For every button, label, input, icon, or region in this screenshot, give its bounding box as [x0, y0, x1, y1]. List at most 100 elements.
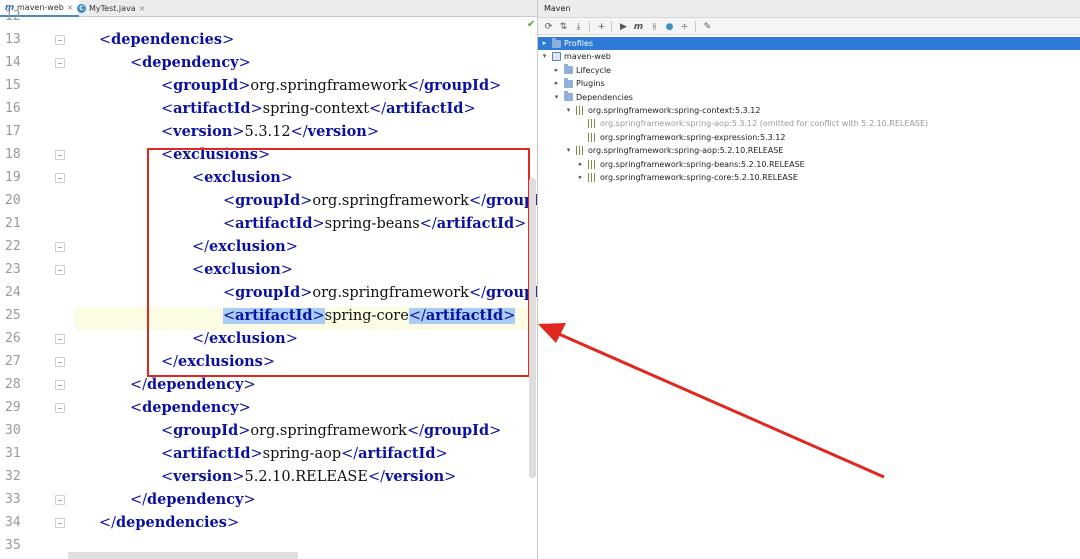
run-icon[interactable]: ▶ — [617, 20, 630, 33]
xml-open-tag: <dependencies> — [99, 31, 235, 48]
folder-icon — [564, 77, 573, 88]
xml-open-tag: <artifactId> — [223, 215, 325, 232]
fold-marker-icon[interactable] — [55, 150, 65, 160]
code-line[interactable]: <groupId>org.springframework</groupId> — [223, 281, 537, 304]
xml-text: 5.3.12 — [244, 124, 291, 140]
code-line[interactable]: <artifactId>spring-context</artifactId> — [161, 97, 476, 120]
chevron-right-icon[interactable]: ▸ — [576, 158, 585, 171]
code-line[interactable]: <dependencies> — [99, 28, 234, 51]
fold-marker-icon[interactable] — [55, 265, 65, 275]
code-line[interactable]: </dependencies> — [99, 511, 239, 534]
code-line[interactable]: <artifactId>spring-core</artifactId> — [223, 304, 516, 327]
chevron-right-icon[interactable]: ▸ — [540, 37, 549, 50]
chevron-right-icon[interactable]: ▸ — [552, 77, 561, 90]
xml-open-tag: <version> — [161, 123, 245, 140]
tree-item[interactable]: ▾ Dependencies — [538, 91, 633, 104]
xml-open-tag: <artifactId> — [223, 307, 325, 324]
horizontal-scrollbar[interactable] — [68, 552, 298, 559]
close-icon[interactable]: × — [139, 4, 146, 13]
tab-label: MyTest.java — [89, 4, 136, 13]
fold-marker-icon[interactable] — [55, 334, 65, 344]
line-number: 21 — [5, 216, 21, 231]
chevron-down-icon[interactable]: ▾ — [540, 50, 549, 63]
line-number: 28 — [5, 377, 21, 392]
collapse-all-icon[interactable]: ÷ — [678, 20, 691, 33]
fold-marker-icon[interactable] — [55, 58, 65, 68]
line-number: 35 — [5, 538, 21, 553]
skip-tests-icon[interactable]: ● — [663, 20, 676, 33]
fold-marker-icon[interactable] — [55, 357, 65, 367]
chevron-down-icon[interactable]: ▾ — [552, 91, 561, 104]
code-line[interactable]: <exclusion> — [192, 166, 293, 189]
tree-item[interactable]: ▸ Lifecycle — [538, 64, 611, 77]
xml-open-tag: <dependency> — [130, 54, 251, 71]
refresh-icon[interactable]: ⟳ — [542, 20, 555, 33]
tree-item-label: Dependencies — [576, 92, 633, 102]
line-number: 30 — [5, 423, 21, 438]
code-line[interactable]: </dependency> — [130, 488, 256, 511]
tree-item-label: org.springframework:spring-core:5.2.10.R… — [600, 173, 798, 182]
execute-goal-icon[interactable]: m — [632, 20, 645, 33]
add-icon[interactable]: + — [595, 20, 608, 33]
tree-item[interactable]: org.springframework:spring-aop:5.3.12 (o… — [538, 117, 928, 130]
vertical-scrollbar[interactable] — [529, 178, 536, 478]
line-number: 13 — [5, 32, 21, 47]
line-number: 26 — [5, 331, 21, 346]
xml-open-tag: <groupId> — [223, 192, 313, 209]
ide-window: m maven-web × C MyTest.java × 12 13 14 15 16… — [0, 0, 1080, 559]
java-class-icon: C — [77, 4, 86, 13]
tree-item[interactable]: ▾ org.springframework:spring-context:5.3.… — [538, 104, 760, 117]
xml-close-tag: </dependency> — [130, 491, 256, 508]
code-line[interactable]: </exclusions> — [161, 350, 275, 373]
chevron-right-icon[interactable]: ▸ — [552, 64, 561, 77]
fold-marker-icon[interactable] — [55, 35, 65, 45]
code-line[interactable]: </exclusion> — [192, 235, 298, 258]
editor-tab-bar: m maven-web × C MyTest.java × — [0, 0, 537, 17]
download-icon[interactable]: ⤓ — [572, 20, 585, 33]
code-line[interactable]: <artifactId>spring-aop</artifactId> — [161, 442, 448, 465]
fold-marker-icon[interactable] — [55, 403, 65, 413]
inspection-ok-icon[interactable]: ✔ — [527, 19, 535, 30]
tree-item[interactable]: ▸ Plugins — [538, 77, 605, 90]
code-line[interactable]: <groupId>org.springframework</groupId> — [161, 74, 501, 97]
tree-item[interactable]: ▸ org.springframework:spring-beans:5.2.10… — [538, 158, 805, 171]
line-number: 19 — [5, 170, 21, 185]
code-line[interactable]: <exclusion> — [192, 258, 293, 281]
code-line[interactable]: <version>5.3.12</version> — [161, 120, 379, 143]
line-number: 32 — [5, 469, 21, 484]
tree-item[interactable]: ▾ maven-web — [538, 50, 611, 63]
settings-icon[interactable]: ✎ — [701, 20, 714, 33]
code-line[interactable]: </dependency> — [130, 373, 256, 396]
code-line[interactable]: <groupId>org.springframework</groupId> — [161, 419, 501, 442]
fold-marker-icon[interactable] — [55, 518, 65, 528]
line-number: 22 — [5, 239, 21, 254]
fold-marker-icon[interactable] — [55, 495, 65, 505]
chevron-right-icon[interactable]: ▸ — [576, 171, 585, 184]
tab-mytest-java[interactable]: C MyTest.java × — [72, 0, 150, 17]
xml-close-tag: </exclusion> — [192, 330, 298, 347]
xml-open-tag: <artifactId> — [161, 100, 263, 117]
fold-marker-icon[interactable] — [55, 173, 65, 183]
xml-close-tag: </groupId> — [406, 422, 502, 439]
tree-item[interactable]: org.springframework:spring-expression:5.… — [538, 131, 785, 144]
code-line[interactable]: <dependency> — [130, 396, 251, 419]
library-icon — [576, 106, 585, 115]
code-area[interactable]: <dependencies> <dependency> <groupId>org.s… — [75, 17, 537, 559]
chevron-down-icon[interactable]: ▾ — [564, 104, 573, 117]
reimport-icon[interactable]: ⇅ — [557, 20, 570, 33]
code-line[interactable]: </exclusion> — [192, 327, 298, 350]
tree-item[interactable]: ▸ org.springframework:spring-core:5.2.10.… — [538, 171, 798, 184]
fold-marker-icon[interactable] — [55, 242, 65, 252]
xml-text: org.springframework — [312, 193, 469, 209]
chevron-down-icon[interactable]: ▾ — [564, 144, 573, 157]
xml-close-tag: </artifactId> — [369, 100, 476, 117]
code-line[interactable]: <groupId>org.springframework</groupId> — [223, 189, 537, 212]
code-line[interactable]: <artifactId>spring-beans</artifactId> — [223, 212, 526, 235]
tree-item[interactable]: ▾ org.springframework:spring-aop:5.2.10.R… — [538, 144, 783, 157]
tree-item[interactable]: ▸ Profiles — [538, 37, 1080, 50]
code-line[interactable]: <exclusions> — [161, 143, 270, 166]
code-line[interactable]: <dependency> — [130, 51, 251, 74]
fold-marker-icon[interactable] — [55, 380, 65, 390]
toggle-offline-icon[interactable]: ⫲ — [648, 20, 661, 33]
code-line[interactable]: <version>5.2.10.RELEASE</version> — [161, 465, 456, 488]
